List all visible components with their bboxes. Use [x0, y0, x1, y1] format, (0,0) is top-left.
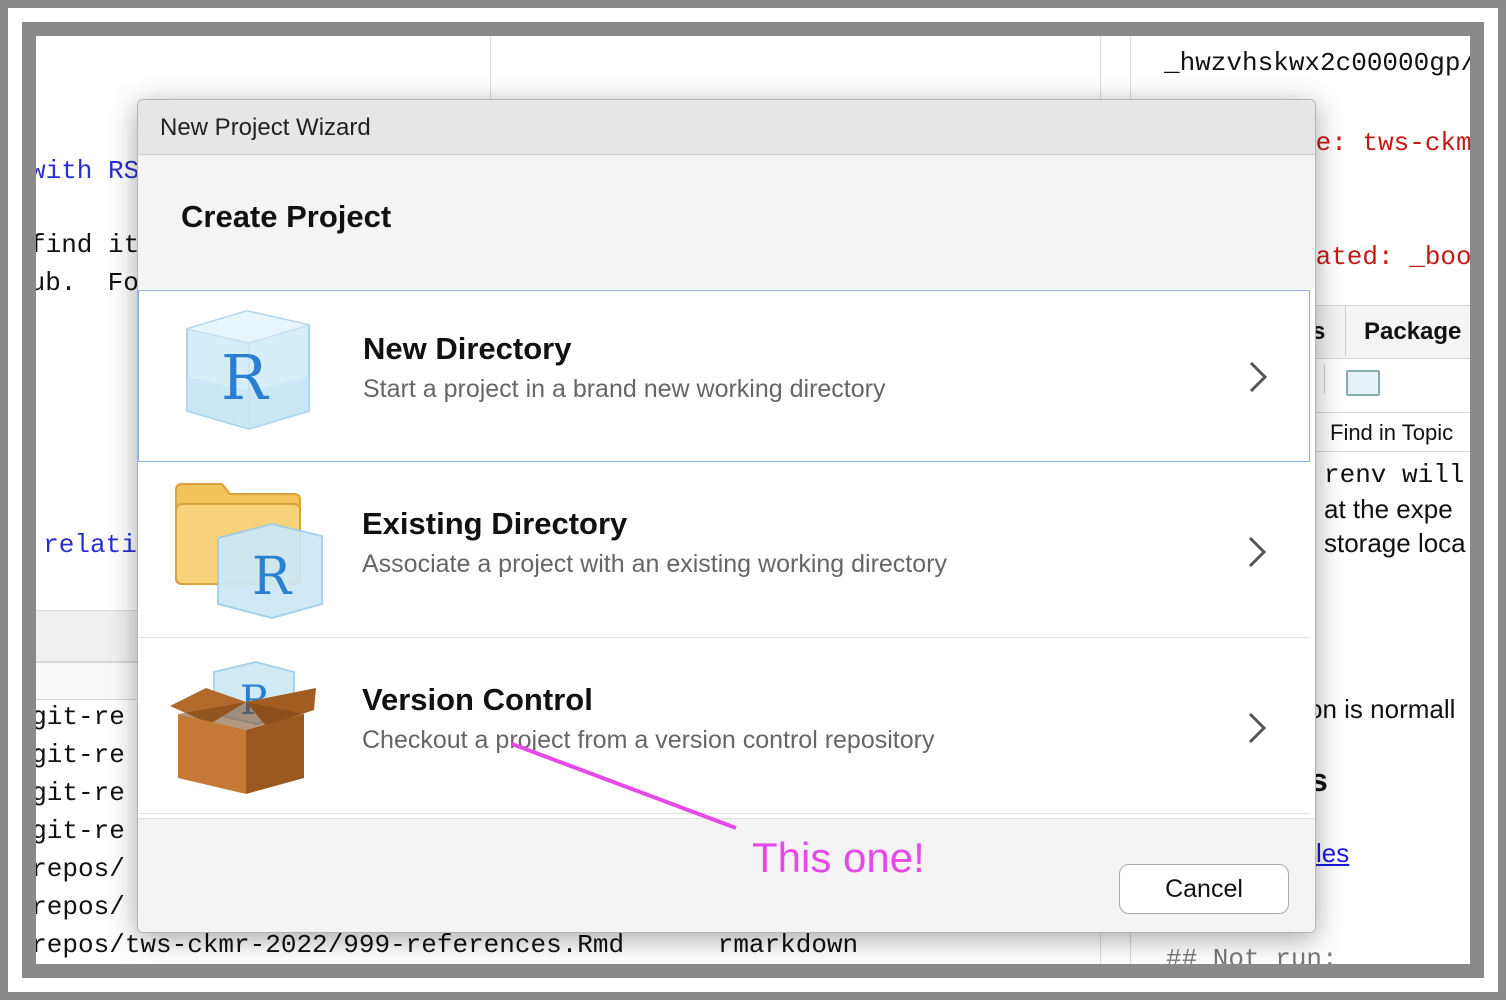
console-line: s/git-re [0, 816, 125, 846]
dialog-header: Create Project [138, 155, 1315, 289]
console-tabbar [30, 610, 140, 662]
svg-text:R: R [252, 547, 293, 607]
cancel-button[interactable]: Cancel [1119, 864, 1289, 914]
help-line: renv will v [1324, 460, 1496, 490]
dialog-footer: Cancel [138, 818, 1315, 932]
console-toolbar [30, 662, 140, 700]
help-link[interactable]: les [1316, 838, 1349, 869]
create-project-heading: Create Project [181, 199, 392, 234]
chevron-right-icon [1249, 361, 1268, 393]
right-code-line: eated: _boo [1300, 242, 1472, 272]
dialog-titlebar: New Project Wizard [138, 100, 1315, 155]
option-description: Associate a project with an existing wor… [362, 550, 947, 578]
editor-line: e relati [12, 530, 137, 560]
chevron-right-icon [1248, 536, 1267, 568]
console-line: t-repos/ [0, 892, 125, 922]
editor-line: with RS [30, 156, 140, 186]
console-line: t-repos/tws-ckmr-2022/999-references.Rmd… [0, 930, 859, 960]
packages-tab[interactable]: Package [1364, 318, 1461, 346]
help-line: storage loca [1324, 528, 1466, 558]
box-r-icon: R [170, 660, 316, 794]
r-cube-icon: R [185, 309, 311, 431]
option-title: Version Control [362, 682, 593, 717]
console-line: s/git-re [0, 740, 125, 770]
popout-icon[interactable] [1346, 370, 1380, 396]
console-line: s/git-re [0, 778, 125, 808]
chevron-right-icon [1248, 712, 1267, 744]
version-control-option[interactable]: R Version Control Checkout a project fro… [138, 642, 1310, 814]
option-title: Existing Directory [362, 506, 628, 541]
option-description: Start a project in a brand new working d… [363, 375, 886, 403]
editor-line: find it [30, 230, 140, 260]
editor-divider [490, 30, 491, 100]
folder-r-icon: R [175, 483, 323, 620]
option-title: New Directory [363, 331, 572, 366]
console-line: t-repos/tws-ckmr-2022/999-references.Rmd… [0, 966, 843, 996]
option-description: Checkout a project from a version contro… [362, 726, 935, 754]
console-line: s/git-re [0, 702, 125, 732]
existing-directory-option[interactable]: R Existing Directory Associate a project… [138, 466, 1310, 638]
find-in-topic-placeholder: Find in Topic [1330, 420, 1454, 445]
dialog-title: New Project Wizard [160, 114, 371, 141]
editor-line: Hub. Fo [14, 268, 139, 298]
right-code-line: le: tws-ckm [1300, 128, 1472, 158]
new-directory-option[interactable]: R New Directory Start a project in a bra… [138, 290, 1310, 462]
right-code-line: _hwzvhskwx2c00000gp/T [1164, 48, 1492, 78]
help-line: on is normall [1308, 694, 1456, 724]
annotation-text: This one! [752, 834, 925, 881]
new-project-wizard-dialog: New Project Wizard Create Project R New … [137, 99, 1316, 933]
svg-text:R: R [221, 341, 270, 414]
help-code: ## Not run: [1166, 944, 1338, 974]
help-line: at the expe [1324, 494, 1453, 524]
console-line: t-repos/ [0, 854, 125, 884]
